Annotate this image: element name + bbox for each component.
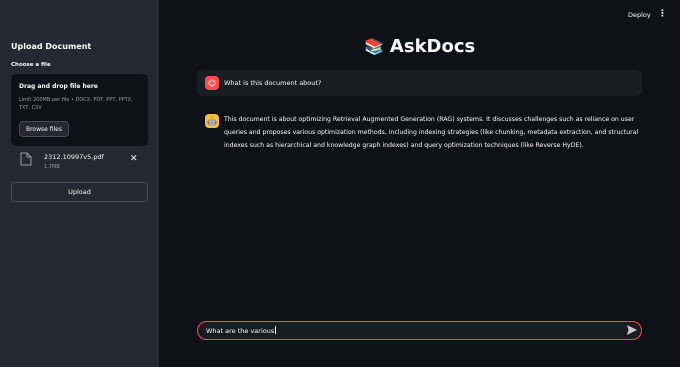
uploaded-file-name: 2312.10997v5.pdf: [44, 153, 104, 161]
assistant-avatar-icon: 🤖: [205, 114, 219, 128]
chat-input-text[interactable]: What are the various: [206, 326, 277, 335]
page-title-text: AskDocs: [389, 36, 476, 57]
uploaded-file-item: 2312.10997v5.pdf 1.7MB ✕: [20, 152, 150, 174]
uploaded-file-size: 1.7MB: [44, 164, 60, 170]
assistant-message-text: This document is about optimizing Retrie…: [224, 116, 639, 149]
file-dropzone[interactable]: Drag and drop file here Limit 200MB per …: [11, 74, 148, 146]
dropzone-title: Drag and drop file here: [19, 83, 98, 90]
chat-message-user: ☺ What is this document about?: [197, 70, 642, 96]
file-icon: [20, 152, 32, 166]
browse-files-button[interactable]: Browse files: [19, 121, 69, 137]
sidebar-title: Upload Document: [11, 42, 92, 51]
user-avatar-icon: ☺: [205, 76, 219, 90]
file-uploader-label: Choose a file: [11, 62, 51, 68]
deploy-button[interactable]: Deploy: [628, 11, 651, 19]
remove-file-close-icon[interactable]: ✕: [130, 154, 138, 164]
upload-button[interactable]: Upload: [11, 182, 148, 202]
send-icon[interactable]: [626, 324, 638, 336]
page-title: 📚 AskDocs: [364, 36, 475, 57]
user-message-text: What is this document about?: [224, 79, 322, 87]
chat-input[interactable]: What are the various: [197, 321, 642, 340]
kebab-menu-icon[interactable]: ⋮: [658, 9, 667, 19]
dropzone-limit-text: Limit 200MB per file • DOCX, PDF, PPT, P…: [19, 97, 133, 111]
sidebar: Upload Document Choose a file Drag and d…: [0, 0, 159, 367]
books-icon: 📚: [364, 37, 384, 56]
